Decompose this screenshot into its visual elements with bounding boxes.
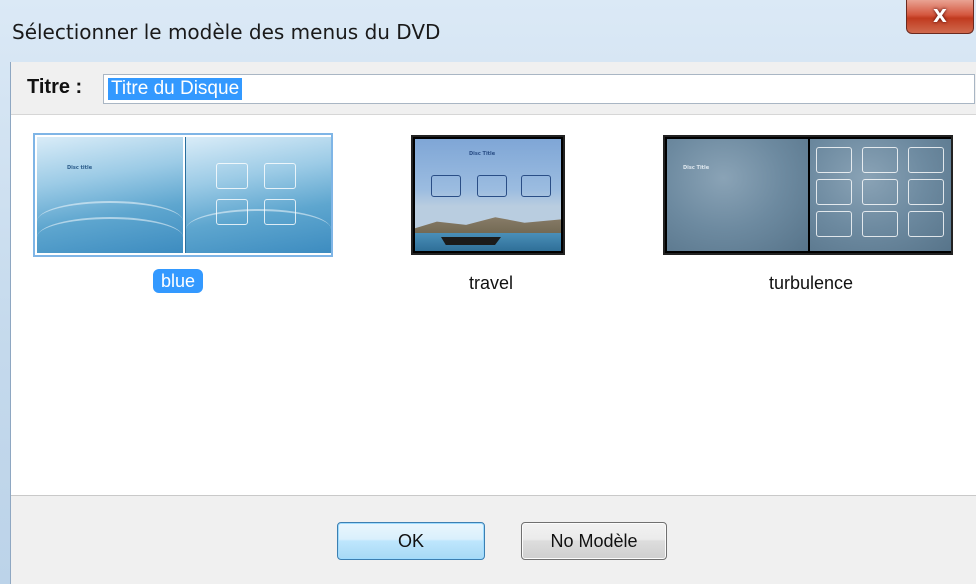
ok-button[interactable]: OK — [337, 522, 485, 560]
thumbnail-chapter-box — [816, 211, 852, 237]
thumbnail-chapter-box — [816, 147, 852, 173]
thumbnail-chapter-box — [477, 175, 507, 197]
thumbnail-panel: Disc Title — [667, 139, 808, 251]
thumbnail-mini-title: Disc Title — [683, 165, 710, 171]
dialog-window: Sélectionner le modèle des menus du DVD … — [0, 0, 976, 584]
template-caption-text: blue — [153, 269, 204, 293]
thumbnail-chapter-box — [264, 163, 296, 189]
template-caption-travel[interactable]: travel — [451, 273, 531, 294]
thumbnail-mini-title: Disc title — [67, 165, 93, 171]
button-bar: OK No Modèle — [11, 498, 976, 584]
window-title: Sélectionner le modèle des menus du DVD — [12, 20, 441, 44]
thumbnail-panel: Disc title — [37, 137, 183, 253]
thumbnail-wave — [37, 217, 183, 255]
thumbnail-chapter-box — [862, 179, 898, 205]
thumbnail-chapter-box — [862, 147, 898, 173]
thumbnail-chapter-box — [862, 211, 898, 237]
thumbnail-boat — [441, 237, 501, 245]
thumbnail-chapter-box — [816, 179, 852, 205]
thumbnail-chapter-box — [908, 211, 944, 237]
title-bar[interactable]: Sélectionner le modèle des menus du DVD … — [0, 0, 976, 62]
thumbnail-panel — [810, 139, 951, 251]
dialog-client-area: Titre : Titre du Disque Disc title blue … — [10, 62, 976, 584]
template-thumbnail-blue[interactable]: Disc title — [33, 133, 333, 257]
thumbnail-chapter-box — [216, 163, 248, 189]
template-caption-turbulence[interactable]: turbulence — [741, 273, 881, 294]
thumbnail-panel — [185, 137, 331, 253]
close-icon: X — [933, 6, 947, 27]
title-input[interactable]: Titre du Disque — [103, 74, 975, 104]
title-label: Titre : — [27, 76, 83, 98]
template-thumbnail-travel[interactable]: Disc Title — [411, 135, 565, 255]
thumbnail-chapter-box — [908, 179, 944, 205]
title-input-value: Titre du Disque — [108, 78, 243, 100]
thumbnail-chapter-box — [908, 147, 944, 173]
thumbnail-chapter-box — [521, 175, 551, 197]
title-row: Titre : Titre du Disque — [11, 62, 976, 112]
thumbnail-mini-title: Disc Title — [469, 151, 496, 157]
thumbnail-wave — [186, 209, 331, 249]
template-caption-blue[interactable]: blue — [153, 269, 204, 293]
thumbnail-chapter-box — [431, 175, 461, 197]
close-button[interactable]: X — [906, 0, 974, 34]
no-model-button[interactable]: No Modèle — [521, 522, 667, 560]
template-gallery: Disc title blue Disc Title travel Disc T… — [11, 114, 976, 496]
template-thumbnail-turbulence[interactable]: Disc Title — [663, 135, 953, 255]
